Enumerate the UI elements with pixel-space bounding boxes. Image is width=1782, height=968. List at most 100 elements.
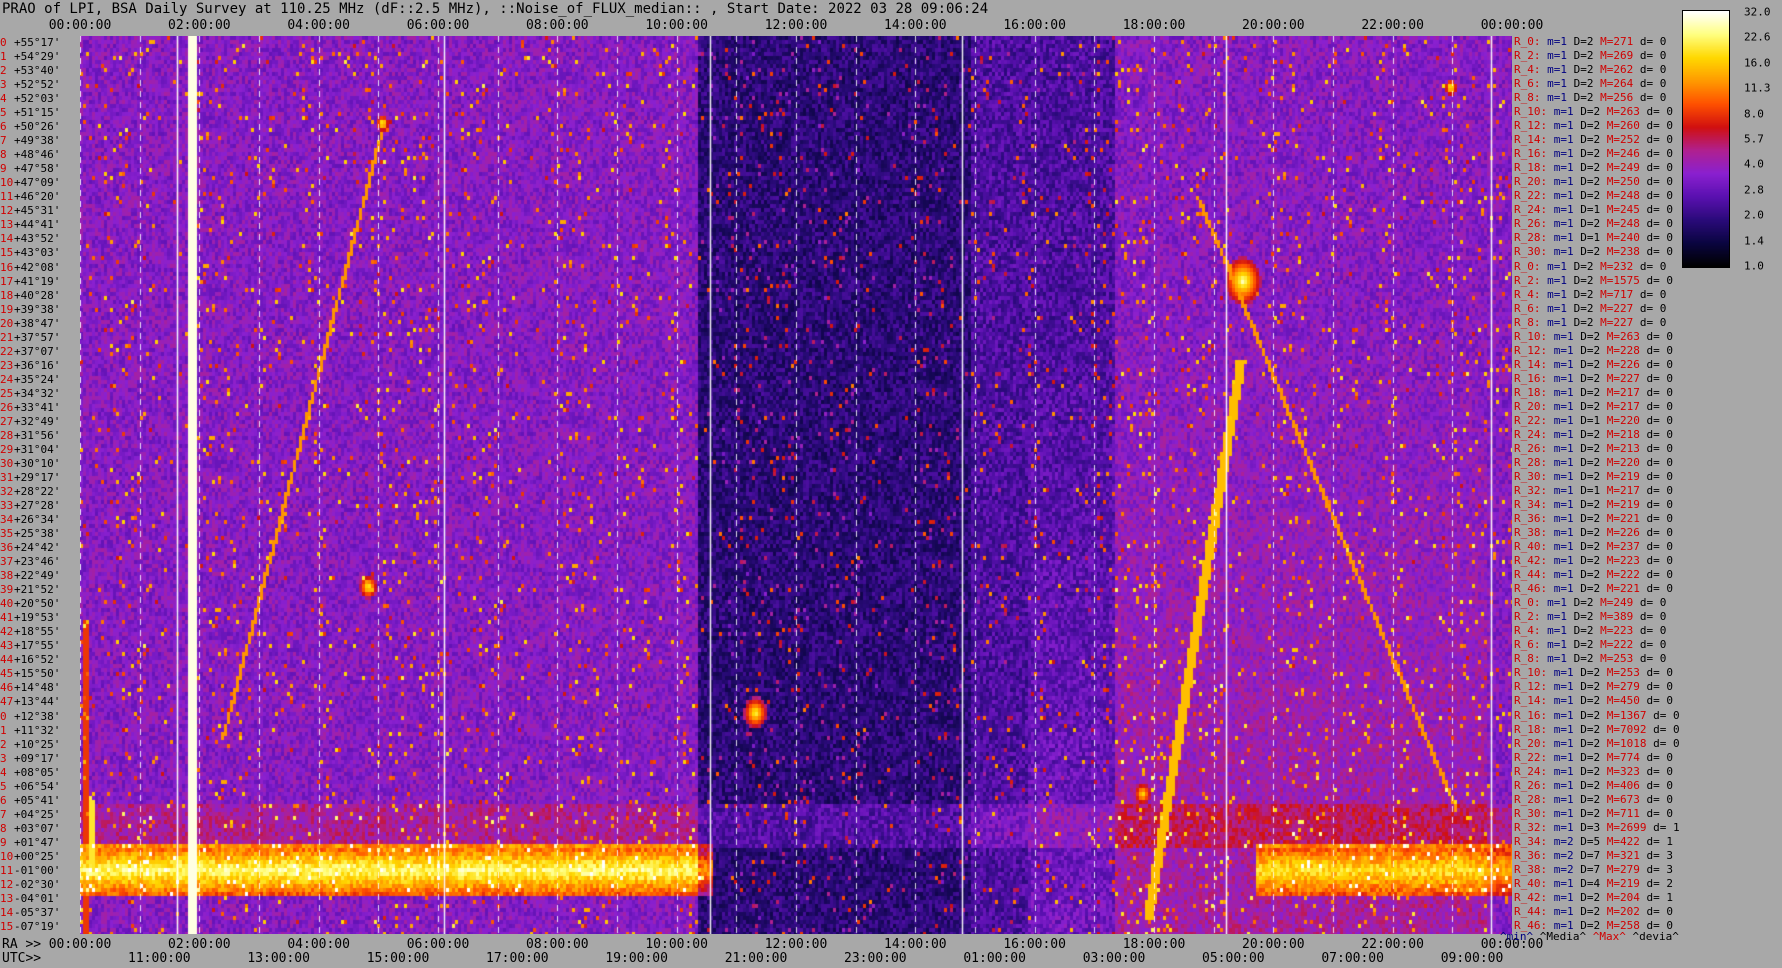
declination-row: 3 +52°52' <box>0 78 60 91</box>
stats-d: D=2 <box>1580 722 1601 736</box>
stats-h: M=219 <box>1606 498 1640 512</box>
stats-r: R_30: <box>1514 245 1548 259</box>
declination-row: 9 +47°58' <box>0 162 60 175</box>
stats-m: m=1 <box>1553 245 1574 259</box>
stats-d: D=2 <box>1580 568 1601 582</box>
stats-h: M=223 <box>1606 554 1640 568</box>
stats-h: M=219 <box>1606 469 1640 483</box>
stats-row: R_12: m=1 D=2 M=260 d= 0 <box>1514 119 1673 133</box>
stats-h: M=227 <box>1600 315 1634 329</box>
stats-r: R_30: <box>1514 469 1548 483</box>
stats-h: M=711 <box>1606 806 1640 820</box>
stats-h: M=226 <box>1606 357 1640 371</box>
declination-index: 5 <box>0 779 7 793</box>
stats-d: D=2 <box>1573 596 1594 610</box>
stats-r: R_28: <box>1514 231 1548 245</box>
stats-row: R_6: m=1 D=2 M=227 d= 0 <box>1514 302 1666 316</box>
stats-dv: d= 0 <box>1639 610 1667 624</box>
stats-row: R_18: m=1 D=2 M=7092 d= 0 <box>1514 723 1680 737</box>
stats-r: R_42: <box>1514 554 1548 568</box>
colorbar-tick-label: 2.8 <box>1744 183 1764 197</box>
stats-dv: d= 0 <box>1646 119 1674 133</box>
declination-label: -01°00' <box>14 863 61 877</box>
stats-dv: d= 0 <box>1639 315 1667 329</box>
declination-label: +34°32' <box>14 386 61 400</box>
stats-m: m=1 <box>1553 820 1574 834</box>
stats-d: D=2 <box>1580 806 1601 820</box>
declination-row: 26+33°41' <box>0 401 60 414</box>
stats-row: R_38: m=2 D=7 M=279 d= 3 <box>1514 863 1673 877</box>
stats-dv: d= 0 <box>1646 161 1674 175</box>
declination-index: 28 <box>0 428 14 442</box>
stats-r: R_10: <box>1514 666 1548 680</box>
stats-d: D=2 <box>1573 624 1594 638</box>
declination-row: 18+40°28' <box>0 289 60 302</box>
stats-dv: d= 0 <box>1646 540 1674 554</box>
top-tick-label: 20:00:00 <box>1242 18 1305 33</box>
declination-index: 9 <box>0 835 7 849</box>
stats-m: m=1 <box>1553 189 1574 203</box>
declination-row: 31+29°17' <box>0 471 60 484</box>
stats-footer: ^min^ ^Media^ ^Max^ ^devia^ <box>1500 930 1679 943</box>
colorbar-tick-label: 4.0 <box>1744 157 1764 171</box>
stats-m: m=1 <box>1553 806 1574 820</box>
declination-label: +19°53' <box>14 611 61 625</box>
top-tick-label: 14:00:00 <box>884 18 947 33</box>
declination-index: 0 <box>0 709 7 723</box>
stats-row: R_12: m=1 D=2 M=228 d= 0 <box>1514 344 1673 358</box>
stats-r: R_14: <box>1514 357 1548 371</box>
stats-m: m=1 <box>1547 652 1567 666</box>
declination-label: +21°52' <box>14 583 61 597</box>
stats-r: R_8: <box>1514 652 1541 666</box>
utc-tick-label: 15:00:00 <box>366 951 430 966</box>
stats-row: R_24: m=1 D=2 M=323 d= 0 <box>1514 765 1673 779</box>
declination-label: +37°57' <box>14 330 61 344</box>
stats-d: D=2 <box>1580 133 1601 147</box>
stats-d: D=2 <box>1573 49 1594 63</box>
declination-index: 14 <box>0 232 14 246</box>
declination-index: 32 <box>0 485 14 498</box>
stats-h: M=271 <box>1600 35 1634 48</box>
declination-index: 10 <box>0 849 14 863</box>
stats-h: M=217 <box>1606 385 1640 399</box>
stats-m: m=2 <box>1553 848 1574 862</box>
heatmap-plot <box>80 36 1512 934</box>
stats-h: M=1367 <box>1606 708 1647 722</box>
declination-index: 31 <box>0 470 14 484</box>
stats-row: R_4: m=1 D=2 M=717 d= 0 <box>1514 288 1666 302</box>
stats-h: M=279 <box>1606 680 1640 694</box>
stats-m: m=1 <box>1547 624 1567 638</box>
stats-m: m=1 <box>1553 764 1574 778</box>
declination-label: +10°25' <box>14 737 61 751</box>
stats-dv: d= 0 <box>1646 357 1674 371</box>
stats-h: M=279 <box>1606 862 1640 876</box>
stats-dv: d= 0 <box>1639 301 1667 315</box>
stats-d: D=5 <box>1580 834 1601 848</box>
declination-row: 17+41°19' <box>0 275 60 288</box>
stats-r: R_24: <box>1514 427 1548 441</box>
utc-tick-label: 11:00:00 <box>128 951 191 966</box>
stats-m: m=1 <box>1553 231 1574 245</box>
declination-row: 42+18°55' <box>0 625 60 638</box>
stats-d: D=2 <box>1573 287 1594 301</box>
declination-row: 32+28°22' <box>0 485 60 498</box>
stats-m: m=1 <box>1553 217 1574 231</box>
stats-m: m=1 <box>1553 119 1574 133</box>
stats-m: m=1 <box>1553 385 1574 399</box>
utc-axis-prefix: UTC>> <box>2 951 42 966</box>
stats-row: R_16: m=1 D=2 M=227 d= 0 <box>1514 372 1673 386</box>
stats-m: m=1 <box>1553 722 1574 736</box>
stats-row: R_0: m=1 D=2 M=271 d= 0 <box>1514 35 1666 49</box>
declination-index: 21 <box>0 330 14 344</box>
declination-label: +50°26' <box>14 120 61 134</box>
stats-r: R_10: <box>1514 105 1548 119</box>
top-tick-label: 00:00:00 <box>1480 18 1544 33</box>
stats-d: D=2 <box>1580 329 1601 343</box>
stats-row: R_6: m=1 D=2 M=264 d= 0 <box>1514 77 1666 91</box>
stats-row: R_0: m=1 D=2 M=249 d= 0 <box>1514 596 1666 610</box>
utc-tick-label: 03:00:00 <box>1082 951 1146 966</box>
stats-r: R_22: <box>1514 413 1548 427</box>
stats-d: D=2 <box>1573 315 1594 329</box>
stats-r: R_26: <box>1514 778 1548 792</box>
stats-dv: d= 0 <box>1646 217 1674 231</box>
